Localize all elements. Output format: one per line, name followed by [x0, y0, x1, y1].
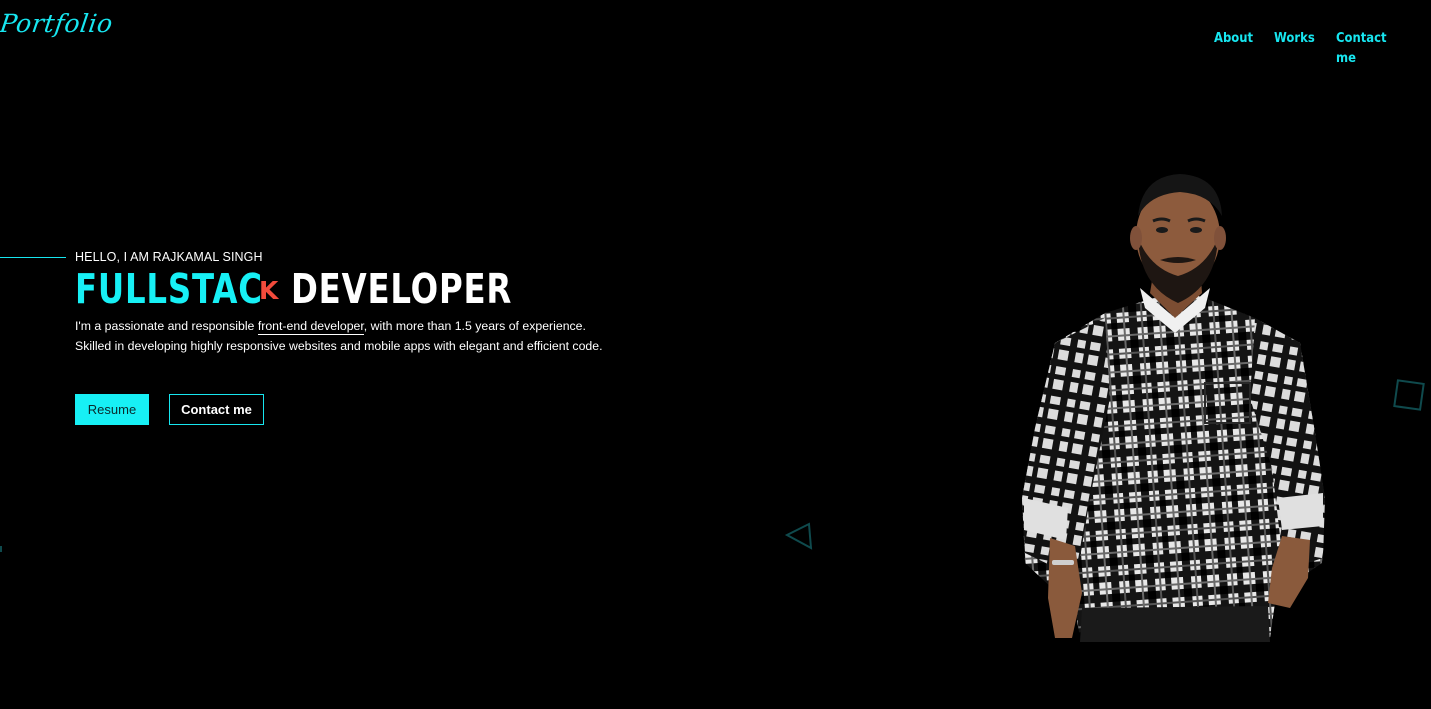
- description-line-1: I'm a passionate and responsible front-e…: [75, 316, 603, 336]
- hero-description: I'm a passionate and responsible front-e…: [75, 316, 603, 356]
- hero-greeting: HELLO, I AM RAJKAMAL SINGH: [75, 250, 263, 264]
- headline-k-letter: K: [259, 275, 280, 305]
- nav-about-link[interactable]: About: [1214, 28, 1253, 68]
- triangle-outline-icon: [784, 522, 813, 550]
- resume-button[interactable]: Resume: [75, 394, 149, 425]
- main-nav: About Works Contact me: [1214, 28, 1404, 68]
- profile-portrait: [1022, 174, 1325, 642]
- nav-contact-link[interactable]: Contact me: [1336, 28, 1394, 68]
- desc-line1-after: , with more than 1.5 years of experience…: [363, 319, 586, 333]
- logo[interactable]: Portfolio: [0, 6, 115, 42]
- portfolio-page: Portfolio About Works Contact me HELLO, …: [0, 0, 1431, 709]
- greeting-divider-line: [0, 257, 66, 258]
- desc-line1-before: I'm a passionate and responsible: [75, 319, 258, 333]
- desc-highlight-role: front-end developer: [257, 319, 364, 335]
- square-outline-icon: [1393, 379, 1425, 411]
- headline-developer: DEVELOPER: [291, 265, 513, 313]
- headline-fullstack: FULLSTAC: [75, 265, 263, 313]
- edge-decoration: [0, 546, 2, 552]
- hero-headline: FULLSTAC K DEVELOPER: [75, 265, 513, 313]
- nav-works-link[interactable]: Works: [1274, 28, 1315, 68]
- description-line-2: Skilled in developing highly responsive …: [75, 339, 603, 353]
- contact-me-button[interactable]: Contact me: [169, 394, 264, 425]
